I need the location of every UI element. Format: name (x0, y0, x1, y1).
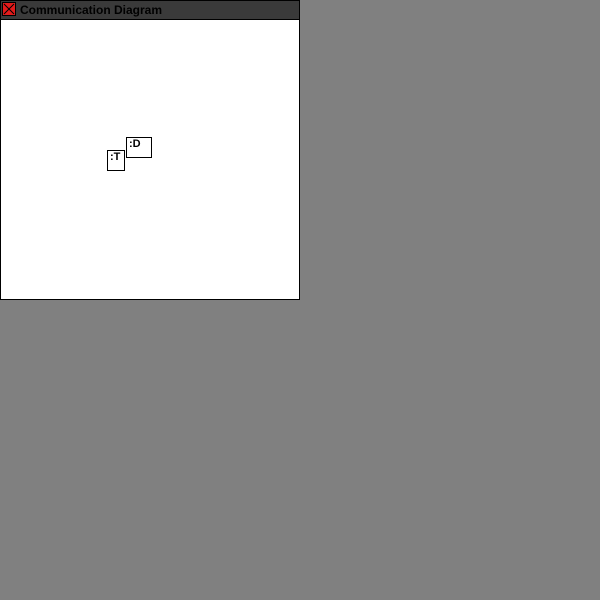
object-t[interactable]: :T (107, 150, 125, 171)
close-icon (3, 3, 15, 15)
communication-diagram-window: Communication Diagram :D :T (0, 0, 300, 300)
close-button[interactable] (2, 2, 16, 16)
object-d[interactable]: :D (126, 137, 152, 158)
window-title: Communication Diagram (20, 3, 163, 17)
diagram-canvas[interactable]: :D :T (0, 20, 300, 300)
title-bar[interactable]: Communication Diagram (0, 0, 300, 20)
